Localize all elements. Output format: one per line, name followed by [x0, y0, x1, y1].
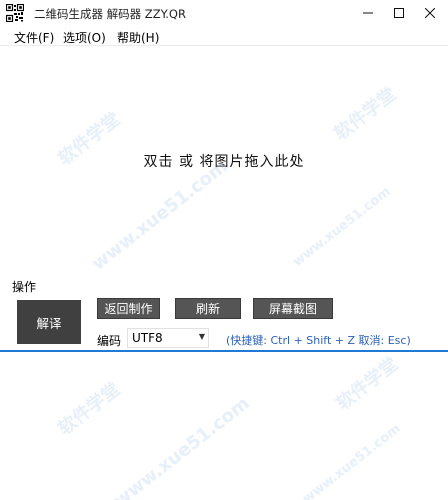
decode-button[interactable]: 解译 — [17, 300, 81, 344]
dropdown-arrow-icon: ▼ — [198, 332, 205, 341]
image-drop-area[interactable]: 双击 或 将图片拖入此处 — [0, 47, 448, 268]
drop-hint: 双击 或 将图片拖入此处 — [143, 154, 305, 170]
maximize-icon — [394, 8, 404, 18]
refresh-button[interactable]: 刷新 — [175, 298, 241, 319]
shortcut-hint: (快捷键: Ctrl + Shift + Z 取消: Esc) — [226, 334, 411, 347]
title-bar: 二维码生成器 解码器 ZZY.QR — [0, 0, 448, 26]
return-to-generate-button[interactable]: 返回制作 — [97, 298, 160, 319]
encoding-label: 编码 — [97, 334, 122, 348]
window-title: 二维码生成器 解码器 ZZY.QR — [34, 7, 186, 21]
screen-capture-button[interactable]: 屏幕截图 — [253, 298, 333, 319]
menu-options[interactable]: 选项(O) — [63, 29, 106, 46]
encoding-value: UTF8 — [132, 331, 163, 345]
close-icon — [425, 8, 435, 18]
qr-app-icon — [6, 4, 24, 22]
menu-bar: 文件(F) 选项(O) 帮助(H) — [0, 26, 448, 46]
encoding-select[interactable]: UTF8 ▼ — [127, 328, 209, 348]
menu-file[interactable]: 文件(F) — [14, 29, 54, 46]
operations-label: 操作 — [12, 280, 37, 294]
close-button[interactable] — [407, 0, 448, 26]
operations-panel: 操作 解译 返回制作 刷新 屏幕截图 编码 UTF8 ▼ (快捷键: Ctrl … — [0, 268, 448, 350]
minimize-icon — [363, 12, 373, 14]
menu-help[interactable]: 帮助(H) — [117, 29, 159, 46]
decode-output-area[interactable] — [0, 350, 448, 500]
